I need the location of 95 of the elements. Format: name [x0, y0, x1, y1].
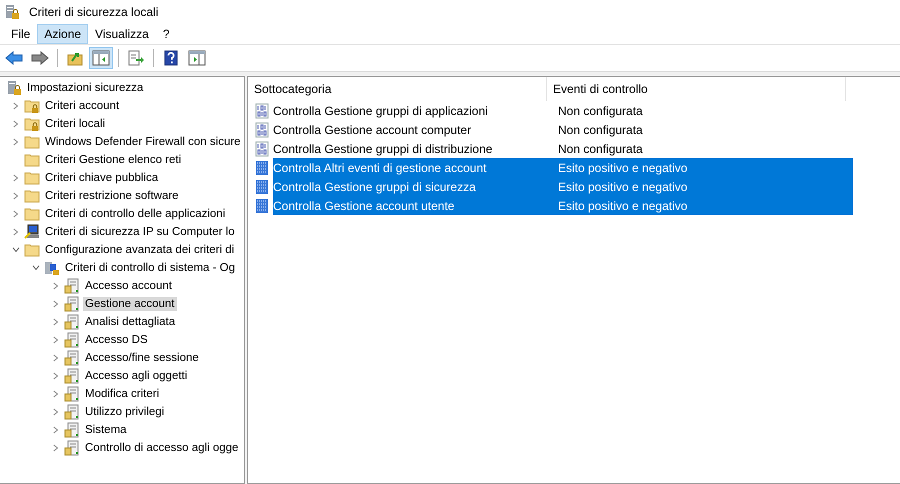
- subcategory-cell-text: Controlla Gestione gruppi di applicazioni: [273, 104, 489, 118]
- tree-item[interactable]: Windows Defender Firewall con sicure: [43, 135, 243, 149]
- tree-pane-icon: [92, 50, 110, 66]
- expand-chevron-icon[interactable]: [53, 317, 59, 327]
- audit-events-cell: Non configurata: [558, 104, 643, 118]
- subcategory-cell-text: Controlla Gestione account computer: [273, 122, 472, 136]
- expand-chevron-icon[interactable]: [53, 335, 59, 345]
- menu-item[interactable]: File: [4, 24, 38, 44]
- expand-chevron-icon[interactable]: [13, 191, 19, 201]
- forward-arrow-icon: [31, 51, 49, 65]
- tree-button[interactable]: [89, 47, 113, 69]
- tree-item[interactable]: Criteri account: [43, 99, 122, 113]
- locked-folder-icon: [24, 116, 40, 132]
- expand-chevron-icon[interactable]: [53, 407, 59, 417]
- policy-icon: [64, 278, 80, 294]
- list-row[interactable]: Controlla Gestione gruppi di sicurezza Esito positivo e negativo: [273, 177, 853, 196]
- folder-icon: [24, 134, 40, 150]
- folder-up-icon: [67, 50, 83, 66]
- action-pane-icon: [188, 50, 206, 66]
- policy-icon: [64, 368, 80, 384]
- tree-item[interactable]: Criteri di controllo delle applicazioni: [43, 207, 228, 221]
- export-list-icon: [127, 50, 145, 66]
- list-row[interactable]: Controlla Gestione account computer Non configurata: [273, 120, 853, 139]
- window-title: Criteri di sicurezza locali: [29, 5, 158, 19]
- policy-icon: [64, 296, 80, 312]
- expand-chevron-icon[interactable]: [53, 425, 59, 435]
- folder-icon: [24, 170, 40, 186]
- subcategory-cell-text: Controlla Gestione gruppi di sicurezza: [273, 180, 477, 194]
- tree-item[interactable]: Criteri restrizione software: [43, 189, 181, 203]
- audit-events-cell: Esito positivo e negativo: [558, 160, 688, 174]
- list-row[interactable]: Controlla Gestione account utente Esito positivo e negativo: [273, 196, 853, 215]
- expand-chevron-icon[interactable]: [13, 227, 19, 237]
- tree-item[interactable]: Criteri chiave pubblica: [43, 171, 160, 185]
- menu-item[interactable]: ?: [156, 24, 177, 44]
- security-policy-icon: [4, 4, 20, 20]
- menu-item[interactable]: Visualizza: [88, 24, 156, 44]
- tree-item[interactable]: Accesso/fine sessione: [83, 351, 201, 365]
- tree-item[interactable]: Criteri Gestione elenco reti: [43, 153, 184, 167]
- tree-item[interactable]: Accesso agli oggetti: [83, 369, 190, 383]
- collapse-chevron-icon[interactable]: [31, 265, 41, 271]
- policy-icon: [64, 422, 80, 438]
- tree-item[interactable]: Criteri locali: [43, 117, 108, 131]
- help-icon: [164, 49, 178, 67]
- audit-events-cell: Esito positivo e negativo: [558, 180, 688, 194]
- list-row[interactable]: Controlla Altri eventi di gestione account Esito positivo e negativo: [273, 158, 853, 177]
- expand-chevron-icon[interactable]: [53, 371, 59, 381]
- locked-folder-icon: [24, 98, 40, 114]
- expand-chevron-icon[interactable]: [13, 209, 19, 219]
- expand-chevron-icon[interactable]: [13, 137, 19, 147]
- expand-chevron-icon[interactable]: [53, 389, 59, 399]
- expand-chevron-icon[interactable]: [13, 173, 19, 183]
- expand-chevron-icon[interactable]: [53, 353, 59, 363]
- expand-chevron-icon[interactable]: [13, 101, 19, 111]
- tree-item[interactable]: Configurazione avanzata dei criteri di: [43, 243, 236, 257]
- list-row[interactable]: Controlla Gestione gruppi di distribuzione Non configurata: [273, 139, 853, 158]
- policy-icon: [64, 314, 80, 330]
- tree-item[interactable]: Gestione account: [83, 297, 177, 311]
- security-policy-icon: [6, 80, 22, 96]
- tree-item[interactable]: Criteri di sicurezza IP su Computer lo: [43, 225, 237, 239]
- policy-icon: [64, 404, 80, 420]
- tree-item[interactable]: Analisi dettagliata: [83, 315, 178, 329]
- audit-events-cell: Non configurata: [558, 142, 643, 156]
- tree-item[interactable]: Utilizzo privilegi: [83, 405, 166, 419]
- expand-chevron-icon[interactable]: [53, 443, 59, 453]
- audit-events-cell: Esito positivo e negativo: [558, 198, 688, 212]
- column-header[interactable]: Sottocategoria: [248, 77, 547, 101]
- policy-icon: [64, 332, 80, 348]
- audit-events-cell: Non configurata: [558, 122, 643, 136]
- subcategory-cell-text: Controlla Gestione account utente: [273, 198, 456, 212]
- tree-item[interactable]: Sistema: [83, 423, 129, 437]
- folder-icon: [24, 206, 40, 222]
- computer-key-icon: [24, 224, 40, 240]
- tree-item[interactable]: Criteri di controllo di sistema - Og: [63, 261, 237, 275]
- column-header[interactable]: Eventi di controllo: [547, 77, 846, 101]
- menu-item[interactable]: Azione: [37, 24, 88, 44]
- tree-item[interactable]: Impostazioni sicurezza: [25, 81, 146, 95]
- audit-policy-icon: [44, 260, 60, 276]
- tree-item[interactable]: Controllo di accesso agli ogge: [83, 441, 240, 455]
- expand-chevron-icon[interactable]: [53, 281, 59, 291]
- back-arrow-icon: [5, 51, 23, 65]
- expand-chevron-icon[interactable]: [13, 119, 19, 129]
- tree-item[interactable]: Accesso account: [83, 279, 174, 293]
- subcategory-cell-text: Controlla Altri eventi di gestione account: [273, 160, 488, 174]
- policy-icon: [64, 440, 80, 456]
- policy-icon: [64, 350, 80, 366]
- folder-icon: [24, 152, 40, 168]
- folder-icon: [24, 188, 40, 204]
- folder-icon: [24, 242, 40, 258]
- list-row[interactable]: Controlla Gestione gruppi di applicazioni Non configurata: [273, 101, 853, 120]
- tree-item[interactable]: Modifica criteri: [83, 387, 162, 401]
- expand-chevron-icon[interactable]: [53, 299, 59, 309]
- policy-icon: [64, 386, 80, 402]
- subcategory-cell-text: Controlla Gestione gruppi di distribuzione: [273, 142, 494, 156]
- collapse-chevron-icon[interactable]: [11, 247, 21, 253]
- tree-item[interactable]: Accesso DS: [83, 333, 150, 347]
